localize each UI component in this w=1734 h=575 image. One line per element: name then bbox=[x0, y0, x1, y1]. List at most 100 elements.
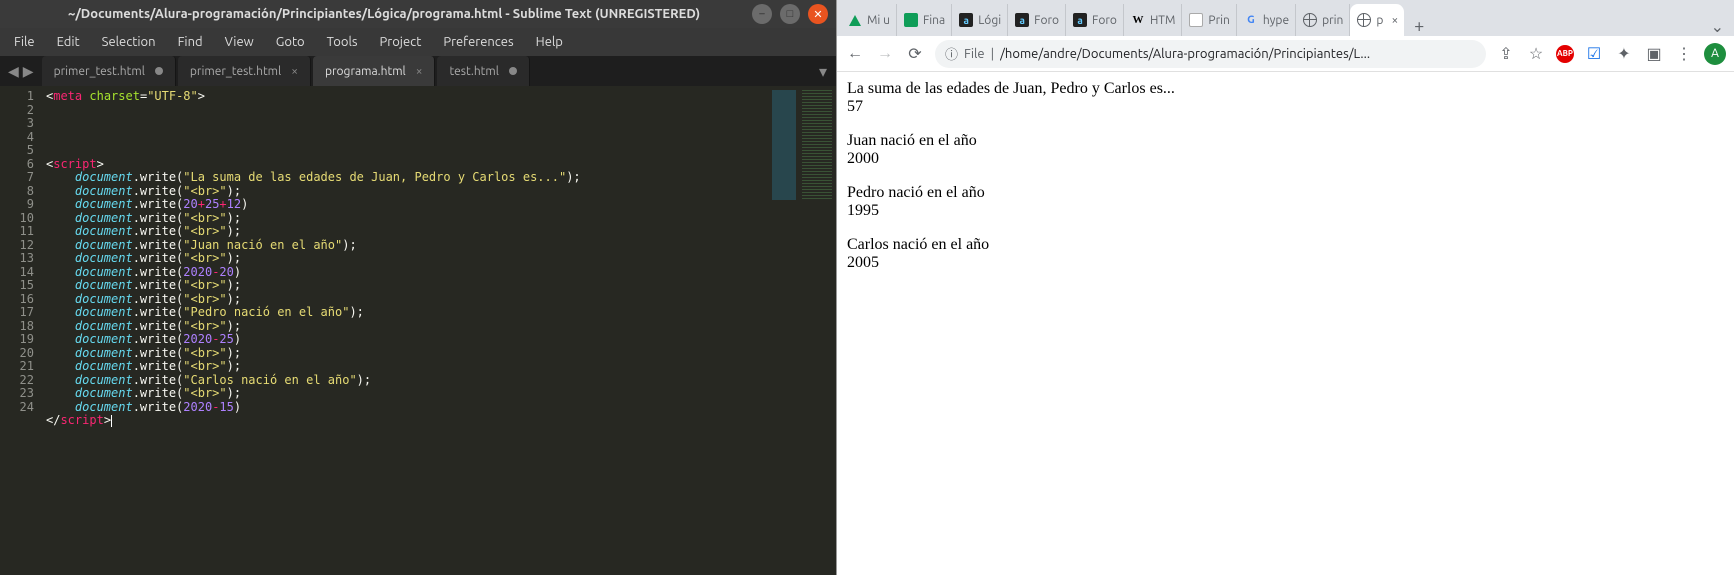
editor[interactable]: 1 2 3 4 5 6 7 8 9 10 11 12 13 14 15 16 1… bbox=[0, 86, 836, 575]
line-number: 1 bbox=[0, 90, 34, 104]
profile-avatar[interactable]: A bbox=[1704, 43, 1726, 65]
alura-icon: a bbox=[1014, 12, 1030, 28]
line-number: 19 bbox=[0, 333, 34, 347]
output-line: 1995 bbox=[847, 202, 1724, 220]
close-button[interactable]: ✕ bbox=[808, 4, 828, 24]
line-number: 17 bbox=[0, 306, 34, 320]
close-icon[interactable]: × bbox=[416, 65, 423, 78]
new-tab-button[interactable]: + bbox=[1404, 16, 1434, 36]
sidepanel-icon[interactable]: ▣ bbox=[1644, 44, 1664, 63]
line-number: 9 bbox=[0, 198, 34, 212]
tab-label: primer_test.html bbox=[190, 65, 281, 78]
line-number: 10 bbox=[0, 212, 34, 226]
browser-tab-active[interactable]: p× bbox=[1350, 4, 1404, 36]
menu-goto[interactable]: Goto bbox=[266, 31, 315, 53]
address-bar[interactable]: ⓘ File | /home/andre/Documents/Alura-pro… bbox=[935, 40, 1486, 68]
output-line: 2005 bbox=[847, 254, 1724, 272]
tab-nav-arrows[interactable]: ◀▶ bbox=[0, 56, 42, 86]
tab-primer-test-1[interactable]: primer_test.html bbox=[42, 56, 176, 86]
browser-tab-alura-2[interactable]: aForo bbox=[1008, 4, 1066, 36]
scheme-label: File bbox=[964, 47, 985, 61]
tab-test[interactable]: test.html bbox=[437, 56, 529, 86]
adblock-icon[interactable]: ABP bbox=[1556, 45, 1574, 63]
menu-tools[interactable]: Tools bbox=[317, 31, 368, 53]
back-button[interactable]: ← bbox=[845, 44, 865, 63]
cursor bbox=[111, 415, 112, 427]
line-number: 11 bbox=[0, 225, 34, 239]
reload-button[interactable]: ⟳ bbox=[905, 44, 925, 63]
sublime-window: ~/Documents/Alura-programación/Principia… bbox=[0, 0, 836, 575]
menu-selection[interactable]: Selection bbox=[92, 31, 166, 53]
url-path: /home/andre/Documents/Alura-programación… bbox=[1000, 47, 1370, 61]
browser-tab-globe-1[interactable]: prin bbox=[1296, 4, 1350, 36]
browser-tab-doc[interactable]: Prin bbox=[1182, 4, 1237, 36]
document-icon bbox=[1188, 12, 1204, 28]
code-area[interactable]: <meta charset="UTF-8"> <script> document… bbox=[42, 86, 836, 575]
nav-back-icon[interactable]: ◀ bbox=[8, 63, 19, 80]
line-number: 23 bbox=[0, 387, 34, 401]
menu-view[interactable]: View bbox=[215, 31, 264, 53]
close-icon[interactable]: × bbox=[291, 65, 298, 78]
tab-overflow-icon[interactable]: ⌄ bbox=[1701, 17, 1734, 36]
browser-tabstrip: Mi u Fina aLógi aForo aForo WHTM Prin Gh… bbox=[837, 0, 1734, 36]
browser-window: Mi u Fina aLógi aForo aForo WHTM Prin Gh… bbox=[836, 0, 1734, 575]
wikipedia-icon: W bbox=[1130, 12, 1146, 28]
tab-programa[interactable]: programa.html× bbox=[313, 56, 436, 86]
output-line: 2000 bbox=[847, 150, 1724, 168]
extensions-icon[interactable]: ✦ bbox=[1614, 44, 1634, 63]
browser-tab-alura-3[interactable]: aForo bbox=[1066, 4, 1124, 36]
browser-tab-google[interactable]: Ghype bbox=[1237, 4, 1296, 36]
menu-find[interactable]: Find bbox=[168, 31, 213, 53]
tab-label: primer_test.html bbox=[54, 65, 145, 78]
tabbar: ◀▶ primer_test.html primer_test.html × pr… bbox=[0, 56, 836, 86]
browser-tab-alura-1[interactable]: aLógi bbox=[952, 4, 1008, 36]
line-number: 14 bbox=[0, 266, 34, 280]
sheets-icon bbox=[903, 12, 919, 28]
line-number: 15 bbox=[0, 279, 34, 293]
output-line: Juan nació en el año bbox=[847, 132, 1724, 150]
line-number: 21 bbox=[0, 360, 34, 374]
menu-preferences[interactable]: Preferences bbox=[433, 31, 523, 53]
page-content: La suma de las edades de Juan, Pedro y C… bbox=[837, 72, 1734, 575]
output-line: 57 bbox=[847, 98, 1724, 116]
output-line: La suma de las edades de Juan, Pedro y C… bbox=[847, 80, 1724, 98]
globe-icon bbox=[1356, 12, 1372, 28]
alura-icon: a bbox=[1072, 12, 1088, 28]
line-number: 24 bbox=[0, 401, 34, 415]
menu-help[interactable]: Help bbox=[526, 31, 573, 53]
alura-icon: a bbox=[958, 12, 974, 28]
close-icon[interactable]: × bbox=[1391, 14, 1398, 27]
browser-tab-sheets[interactable]: Fina bbox=[897, 4, 952, 36]
line-number: 4 bbox=[0, 131, 34, 145]
maximize-button[interactable]: □ bbox=[780, 4, 800, 24]
line-number: 7 bbox=[0, 171, 34, 185]
menu-project[interactable]: Project bbox=[370, 31, 432, 53]
line-gutter: 1 2 3 4 5 6 7 8 9 10 11 12 13 14 15 16 1… bbox=[0, 86, 42, 575]
line-number: 20 bbox=[0, 347, 34, 361]
bookmark-icon[interactable]: ☆ bbox=[1526, 44, 1546, 63]
extension-check-icon[interactable]: ☑ bbox=[1584, 44, 1604, 63]
menu-file[interactable]: File bbox=[4, 31, 45, 53]
menu-edit[interactable]: Edit bbox=[47, 31, 90, 53]
dirty-dot-icon bbox=[509, 67, 517, 75]
info-icon[interactable]: ⓘ bbox=[945, 44, 958, 63]
menu-icon[interactable]: ⋮ bbox=[1674, 44, 1694, 63]
minimize-button[interactable]: – bbox=[752, 4, 772, 24]
dirty-dot-icon bbox=[155, 67, 163, 75]
browser-tab-drive[interactable]: Mi u bbox=[841, 4, 897, 36]
share-icon[interactable]: ⇪ bbox=[1496, 44, 1516, 63]
forward-button[interactable]: → bbox=[875, 44, 895, 63]
tab-overflow-button[interactable]: ▾ bbox=[810, 56, 836, 86]
tab-primer-test-2[interactable]: primer_test.html × bbox=[178, 56, 311, 86]
browser-tab-wiki[interactable]: WHTM bbox=[1124, 4, 1182, 36]
browser-toolbar: ← → ⟳ ⓘ File | /home/andre/Documents/Alu… bbox=[837, 36, 1734, 72]
line-number: 18 bbox=[0, 320, 34, 334]
line-number: 13 bbox=[0, 252, 34, 266]
nav-fwd-icon[interactable]: ▶ bbox=[23, 63, 34, 80]
line-number: 8 bbox=[0, 185, 34, 199]
minimap[interactable] bbox=[772, 90, 832, 200]
globe-icon bbox=[1302, 12, 1318, 28]
titlebar: ~/Documents/Alura-programación/Principia… bbox=[0, 0, 836, 28]
google-icon: G bbox=[1243, 12, 1259, 28]
toolbar-right: ⇪ ☆ ABP ☑ ✦ ▣ ⋮ A bbox=[1496, 43, 1726, 65]
